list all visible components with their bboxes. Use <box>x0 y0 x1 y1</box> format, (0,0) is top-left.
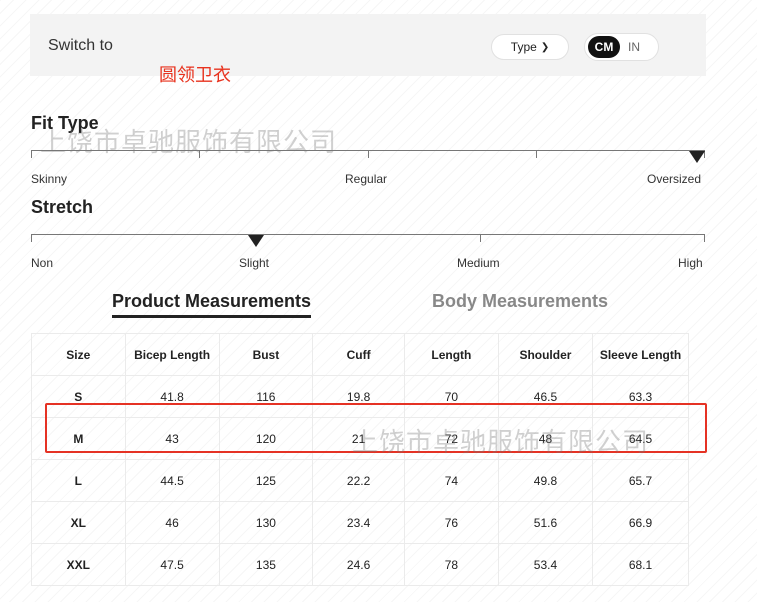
stretch-scale-line <box>31 234 705 235</box>
table-cell: 24.6 <box>312 543 405 586</box>
table-header-row: Size Bicep Length Bust Cuff Length Shoul… <box>31 333 689 376</box>
tab-body-measurements[interactable]: Body Measurements <box>432 291 608 312</box>
fit-type-label-regular: Regular <box>345 172 388 186</box>
fit-type-tick <box>31 150 32 158</box>
stretch-label-medium: Medium <box>457 256 500 270</box>
stretch-label-high: High <box>678 256 703 270</box>
fit-type-label-oversized: Oversized <box>647 172 702 186</box>
measurements-table: Size Bicep Length Bust Cuff Length Shoul… <box>31 333 689 586</box>
table-row: XL 46 130 23.4 76 51.6 66.9 <box>31 501 689 544</box>
stretch-title: Stretch <box>31 197 94 217</box>
table-cell: 23.4 <box>312 501 405 544</box>
stretch-label-non: Non <box>31 256 54 270</box>
stretch-label-slight: Slight <box>239 256 270 270</box>
fit-type-tick <box>536 150 537 158</box>
table-cell: 22.2 <box>312 459 405 502</box>
unit-toggle[interactable]: CM IN <box>584 33 659 61</box>
switch-label: Switch to <box>48 37 113 54</box>
column-header: Shoulder <box>497 333 594 376</box>
table-cell: 51.6 <box>497 501 594 544</box>
chevron-down-icon: ❯ <box>540 41 550 53</box>
table-cell: 47.5 <box>124 543 220 586</box>
table-cell: 46 <box>124 501 220 544</box>
column-header: Cuff <box>312 333 405 376</box>
tab-product-measurements[interactable]: Product Measurements <box>112 291 312 318</box>
table-cell: 68.1 <box>592 543 689 586</box>
table-cell: 130 <box>218 501 314 544</box>
table-row: XXL 47.5 135 24.6 78 53.4 68.1 <box>31 543 689 586</box>
column-header: Sleeve Length <box>592 333 689 376</box>
type-dropdown-label: Type <box>510 40 537 54</box>
fit-type-label-skinny: Skinny <box>31 172 68 186</box>
type-dropdown[interactable]: Type ❯ <box>491 34 569 60</box>
stretch-tick <box>480 234 481 242</box>
column-header: Bust <box>218 333 314 376</box>
table-cell: 125 <box>218 459 314 502</box>
table-cell: 65.7 <box>592 459 689 502</box>
watermark-text: 上饶市卓驰服饰有限公司 <box>40 127 338 157</box>
unit-in-option[interactable]: IN <box>628 40 640 54</box>
table-cell: 44.5 <box>124 459 220 502</box>
table-cell: 74 <box>403 459 499 502</box>
size-cell: L <box>31 459 126 502</box>
watermark-text: 上饶市卓驰服饰有限公司 <box>352 427 650 457</box>
stretch-tick <box>31 234 32 242</box>
table-cell: 49.8 <box>497 459 594 502</box>
column-header: Size <box>31 333 126 376</box>
stretch-marker-icon <box>248 235 264 247</box>
table-cell: 135 <box>218 543 314 586</box>
size-cell: XXL <box>31 543 126 586</box>
stretch-tick <box>704 234 705 242</box>
unit-switch-bar: Switch to Type ❯ CM IN <box>30 14 706 76</box>
unit-cm-option[interactable]: CM <box>588 36 620 58</box>
table-row: L 44.5 125 22.2 74 49.8 65.7 <box>31 459 689 502</box>
size-cell: XL <box>31 501 126 544</box>
fit-type-marker-icon <box>689 151 705 163</box>
fit-type-tick <box>368 150 369 158</box>
table-cell: 66.9 <box>592 501 689 544</box>
product-note: 圆领卫衣 <box>159 65 231 85</box>
column-header: Bicep Length <box>124 333 220 376</box>
table-cell: 76 <box>403 501 499 544</box>
table-cell: 78 <box>403 543 499 586</box>
table-cell: 53.4 <box>497 543 594 586</box>
column-header: Length <box>403 333 499 376</box>
